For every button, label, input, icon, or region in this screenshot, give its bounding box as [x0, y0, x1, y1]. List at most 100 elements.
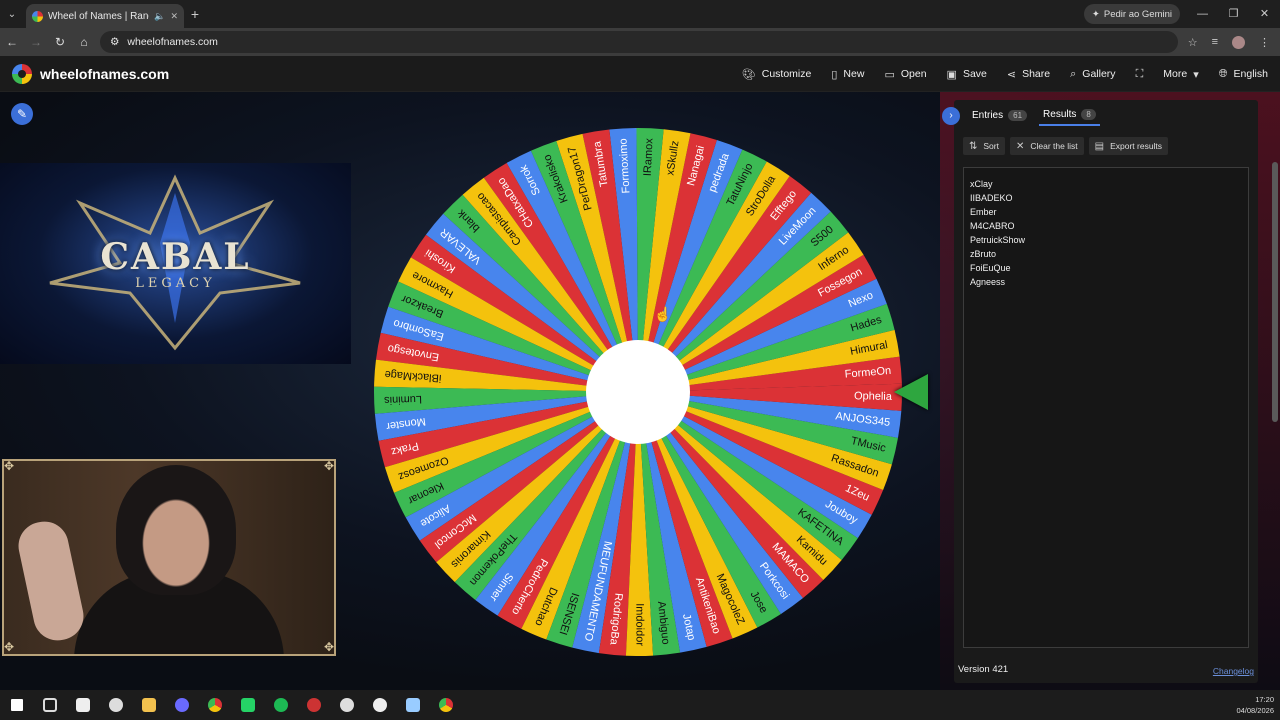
side-panel: › Entries 61 Results 8 ⇅ Sort ✕ Clear the …	[942, 100, 1258, 683]
tab-search-chevron-icon[interactable]: ⌄	[0, 0, 24, 28]
forward-icon[interactable]: →	[24, 35, 48, 49]
gallery-button[interactable]: ⌕ Gallery	[1070, 68, 1115, 81]
list-item: Agneess	[970, 277, 1006, 287]
back-icon[interactable]: ←	[0, 35, 24, 49]
more-button[interactable]: More ▾	[1163, 68, 1198, 81]
list-item: M4CABRO	[970, 221, 1015, 231]
url-field[interactable]: ⚙ wheelofnames.com	[100, 31, 1178, 53]
address-bar-actions: ☆ ≡ ⋮	[1178, 35, 1280, 49]
audio-icon[interactable]: 🔈	[154, 11, 165, 22]
panel-tabs: › Entries 61 Results 8	[942, 105, 1100, 126]
fullscreen-icon: ⛶	[1135, 67, 1144, 80]
page-scrollbar[interactable]	[1272, 162, 1278, 422]
windows-start-icon[interactable]	[0, 690, 33, 720]
wheel-label: Ophelia	[854, 390, 893, 403]
reload-icon[interactable]: ↻	[48, 35, 72, 49]
wheel-favicon-icon	[32, 10, 43, 22]
share-button[interactable]: ⋖ Share	[1007, 68, 1050, 81]
browser-menu-icon[interactable]: ⋮	[1259, 36, 1270, 49]
profile-avatar[interactable]	[1232, 35, 1245, 49]
tab-title: Wheel of Names | Random	[48, 10, 149, 22]
results-actions: ⇅ Sort ✕ Clear the list ▤ Export results	[963, 137, 1169, 155]
site-logo-text: wheelofnames.com	[40, 65, 170, 82]
folder-icon[interactable]	[132, 690, 165, 720]
save-button[interactable]: ▣ Save	[947, 68, 987, 81]
tab-close-icon[interactable]: ✕	[170, 11, 178, 22]
new-tab-button[interactable]: +	[184, 6, 206, 22]
streamer-hand	[14, 517, 88, 645]
sort-label: Sort	[983, 141, 999, 151]
app-icon[interactable]	[297, 690, 330, 720]
site-logo[interactable]: wheelofnames.com	[12, 63, 170, 84]
share-icon: ⋖	[1006, 68, 1017, 81]
whatsapp-icon[interactable]	[231, 690, 264, 720]
wheel-pointer-icon	[894, 374, 928, 410]
clear-label: Clear the list	[1030, 141, 1078, 151]
entries-label: Entries	[972, 110, 1004, 121]
app-icon[interactable]	[66, 690, 99, 720]
list-item: zBruto	[970, 249, 997, 259]
site-info-icon[interactable]: ⚙	[110, 36, 119, 48]
language-label: English	[1233, 68, 1268, 80]
wheel-logo-icon	[12, 63, 32, 84]
chevron-down-icon: ▾	[1193, 68, 1199, 81]
app-icon[interactable]	[363, 690, 396, 720]
language-button[interactable]: 🌐︎ English	[1219, 68, 1268, 81]
browser-tab[interactable]: Wheel of Names | Random 🔈 ✕	[26, 4, 184, 28]
bookmark-star-icon[interactable]: ☆	[1188, 36, 1198, 49]
wheel-center[interactable]	[586, 340, 690, 444]
app-icon[interactable]	[99, 690, 132, 720]
new-button[interactable]: ▯ New	[831, 68, 864, 81]
palette-icon: 🎨︎	[741, 68, 756, 81]
app-icon[interactable]	[396, 690, 429, 720]
media-control-icon[interactable]: ≡	[1212, 36, 1218, 48]
collapse-panel-icon[interactable]: ›	[942, 106, 960, 125]
obs-icon[interactable]	[165, 690, 198, 720]
clear-list-button[interactable]: ✕ Clear the list	[1009, 137, 1084, 155]
minimize-icon[interactable]: —	[1187, 0, 1218, 28]
streamer-head	[116, 465, 236, 595]
spotify-icon[interactable]	[264, 690, 297, 720]
sort-button[interactable]: ⇅ Sort	[963, 137, 1005, 155]
home-icon[interactable]: ⌂	[72, 35, 96, 49]
frame-corner-icon: ✥	[323, 459, 334, 473]
close-window-icon[interactable]: ✕	[1249, 0, 1280, 28]
cabal-legacy-banner: CABAL LEGACY	[0, 163, 351, 364]
restore-icon[interactable]: ❐	[1218, 0, 1249, 28]
changelog-link[interactable]: Changelog	[1213, 666, 1254, 676]
app-icon[interactable]	[330, 690, 363, 720]
new-file-icon: ▯	[831, 68, 838, 81]
customize-button[interactable]: 🎨︎ Customize	[742, 68, 812, 81]
system-clock[interactable]: 17:20 04/08/2026	[1236, 694, 1274, 716]
frame-corner-icon: ✥	[4, 640, 15, 654]
list-item: IIBADEKO	[970, 193, 1013, 203]
globe-icon: 🌐︎	[1218, 67, 1228, 80]
save-icon: ▣	[946, 68, 957, 81]
site-menu: 🎨︎ Customize ▯ New ▭ Open ▣ Save ⋖ Share ⌕ Gal…	[742, 56, 1268, 92]
tab-results[interactable]: Results 8	[1039, 105, 1100, 126]
frame-corner-icon: ✥	[323, 640, 334, 654]
chrome-icon[interactable]	[429, 690, 462, 720]
url-text: wheelofnames.com	[127, 36, 218, 48]
edit-pencil-icon[interactable]: ✎	[11, 103, 33, 125]
task-view-icon[interactable]	[33, 690, 66, 720]
fullscreen-button[interactable]: ⛶	[1136, 68, 1144, 81]
frame-corner-icon: ✥	[4, 459, 15, 473]
results-list[interactable]: xClay IIBADEKO Ember M4CABRO PetruickSho…	[963, 167, 1249, 648]
taskbar: 17:20 04/08/2026	[0, 690, 1280, 720]
export-results-button[interactable]: ▤ Export results	[1088, 137, 1169, 155]
list-item: PetruickShow	[970, 235, 1026, 245]
webcam-overlay: ✥ ✥ ✥ ✥	[2, 459, 336, 656]
gemini-button[interactable]: ✦ Pedir ao Gemini	[1083, 4, 1180, 24]
tab-entries[interactable]: Entries 61	[968, 106, 1031, 125]
folder-icon: ▭	[884, 68, 895, 81]
open-button[interactable]: ▭ Open	[884, 68, 926, 81]
wheel-svg[interactable]: FormeOnHimuralHadesNexoFossegonInfernoS5…	[372, 126, 904, 658]
list-item: Ember	[970, 207, 997, 217]
chrome-icon[interactable]	[198, 690, 231, 720]
site-header: wheelofnames.com 🎨︎ Customize ▯ New ▭ Open …	[0, 56, 1280, 92]
wheel[interactable]: FormeOn Himural Hades Nexo Fossegon Inferno S5…	[372, 126, 904, 658]
wheel-label: Luminis	[383, 393, 422, 406]
sort-icon: ⇅	[969, 140, 978, 152]
sparkle-icon: ✦	[1091, 8, 1100, 20]
